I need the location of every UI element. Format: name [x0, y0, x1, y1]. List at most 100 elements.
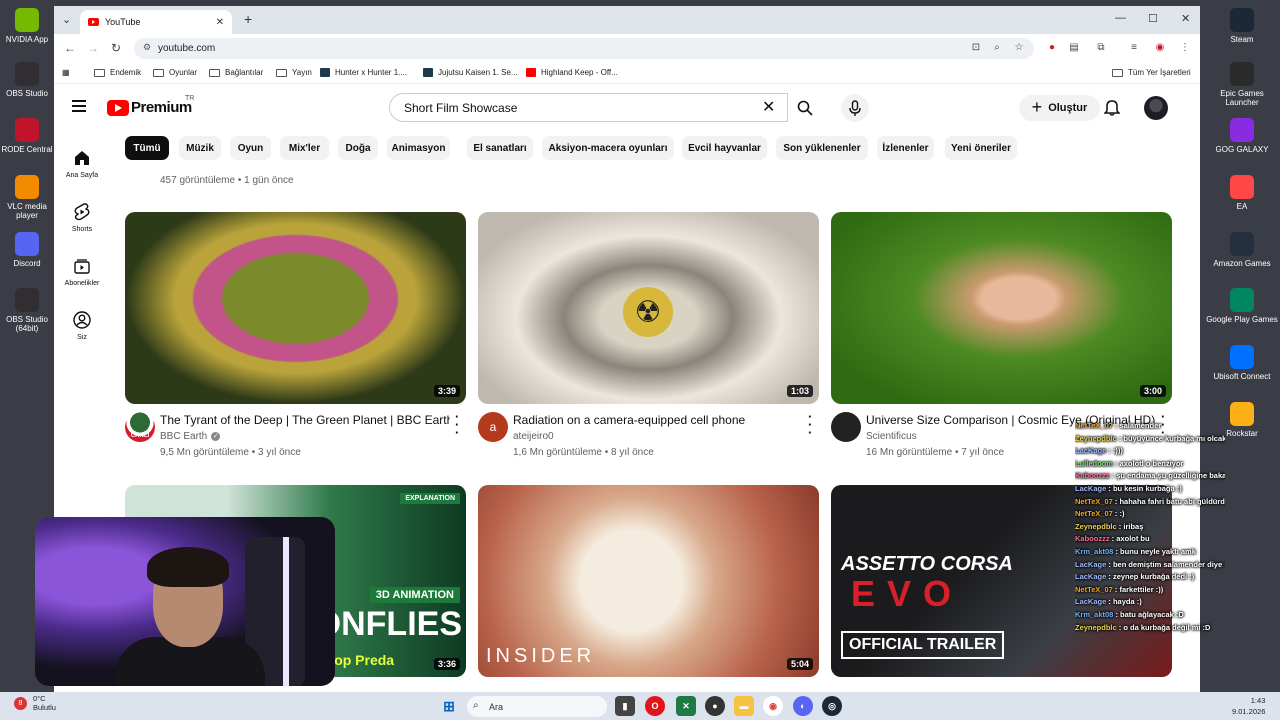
filter-chip[interactable]: Evcil hayvanlar	[682, 136, 767, 160]
bookmark-item[interactable]: Jujutsu Kaisen 1. Se...	[423, 68, 518, 77]
search-button[interactable]	[788, 93, 822, 122]
xbox-icon[interactable]: ✕	[676, 696, 696, 716]
apps-grid-icon[interactable]: ▦	[62, 68, 70, 77]
clear-search-icon[interactable]: ✕	[762, 97, 775, 117]
profile-icon[interactable]: ◉	[1154, 42, 1166, 54]
notifications-button[interactable]	[1103, 98, 1121, 121]
sidebar-item-shorts[interactable]: Shorts	[54, 202, 110, 233]
extensions-puzzle-icon[interactable]: ⧉	[1095, 42, 1107, 54]
minimize-icon[interactable]: —	[1115, 12, 1126, 24]
close-window-icon[interactable]: ✕	[1181, 12, 1190, 25]
opera-icon[interactable]: O	[645, 696, 665, 716]
filter-chip[interactable]: Mix'ler	[280, 136, 329, 160]
system-clock[interactable]: 1:43 9.01.2026	[1232, 695, 1265, 717]
youtube-premium-logo[interactable]: Premium TR	[107, 95, 194, 116]
channel-name[interactable]: ateijeiro0	[513, 431, 554, 442]
obs-taskbar-icon[interactable]: ●	[705, 696, 725, 716]
close-tab-icon[interactable]: ✕	[216, 17, 224, 28]
bookmark-item[interactable]: Yayın	[276, 68, 312, 77]
channel-avatar[interactable]	[831, 412, 861, 442]
taskbar-search[interactable]: ⌕ Ara	[467, 696, 607, 717]
desktop-icon[interactable]: GOG GALAXY	[1204, 118, 1280, 154]
discord-taskbar-icon[interactable]: ◐	[793, 696, 813, 716]
sidebar-item-subscriptions[interactable]: Abonelikler	[54, 256, 110, 287]
tab-search-icon[interactable]: ⌄	[62, 13, 71, 26]
bookmark-star-icon[interactable]: ☆	[1013, 42, 1025, 54]
desktop-icon[interactable]: Epic Games Launcher	[1204, 62, 1280, 107]
video-thumbnail[interactable]: ☢ 1:03	[478, 212, 819, 404]
chrome-icon[interactable]: ◉	[763, 696, 783, 716]
bookmark-item[interactable]: Bağlantılar	[209, 68, 263, 77]
bookmark-item[interactable]: Oyunlar	[153, 68, 197, 77]
weather-widget[interactable]: 8 0°C Bulutlu	[14, 694, 56, 712]
channel-name[interactable]: Scientificus	[866, 431, 917, 442]
desktop-icon[interactable]: Discord	[0, 232, 54, 268]
bookmark-item[interactable]: Highland Keep - Off...	[526, 68, 618, 77]
reload-icon[interactable]: ↻	[111, 41, 121, 55]
video-title[interactable]: The Tyrant of the Deep | The Green Plane…	[160, 413, 450, 427]
all-bookmarks[interactable]: Tüm Yer İşaretleri	[1112, 68, 1191, 77]
steam-taskbar-icon[interactable]: ◎	[822, 696, 842, 716]
desktop-icon[interactable]: EA	[1204, 175, 1280, 211]
video-card[interactable]: 3:39 CANLI The Tyrant of the Deep | The Gr…	[125, 212, 466, 458]
create-button[interactable]: + Oluştur	[1019, 95, 1100, 121]
task-view-icon[interactable]: ▮	[615, 696, 635, 716]
site-info-icon[interactable]: ⚙	[143, 42, 151, 53]
voice-search-button[interactable]	[841, 94, 869, 122]
desktop-icon[interactable]: NVIDIA App	[0, 8, 54, 44]
forward-icon[interactable]: →	[87, 41, 99, 55]
filter-chip[interactable]: Müzik	[179, 136, 221, 160]
sidebar-item-you[interactable]: Siz	[54, 310, 110, 341]
desktop-icon[interactable]: OBS Studio (64bit)	[0, 288, 54, 333]
video-thumbnail[interactable]: 3:39	[125, 212, 466, 404]
more-actions-icon[interactable]: · · ·	[808, 410, 812, 439]
video-card[interactable]: ☢ 1:03 a Radiation on a camera-equipped cel…	[478, 212, 819, 458]
zoom-icon[interactable]: ⌕	[991, 42, 1003, 54]
media-control-icon[interactable]: ≡	[1128, 42, 1140, 54]
filter-chip[interactable]: Yeni öneriler	[945, 136, 1017, 160]
filter-chip[interactable]: Doğa	[338, 136, 378, 160]
tab-youtube[interactable]: YouTube ✕	[80, 10, 232, 34]
search-input[interactable]: Short Film Showcase	[389, 93, 788, 122]
video-card[interactable]: INSIDER 5:04	[478, 485, 819, 677]
filter-chip[interactable]: El sanatları	[467, 136, 533, 160]
channel-avatar[interactable]: CANLI	[125, 412, 155, 442]
windows-start-icon[interactable]: ⊞	[439, 696, 459, 716]
account-avatar[interactable]	[1144, 96, 1168, 120]
address-bar[interactable]: ⚙ youtube.com	[134, 38, 1034, 59]
desktop-icon[interactable]: Amazon Games	[1204, 232, 1280, 268]
extension-list-icon[interactable]: ▤	[1068, 42, 1080, 54]
filter-chip[interactable]: İzlenenler	[877, 136, 934, 160]
desktop-icon[interactable]: RODE Central	[0, 118, 54, 154]
desktop-icon[interactable]: Google Play Games	[1204, 288, 1280, 324]
back-icon[interactable]: ←	[64, 41, 76, 55]
channel-avatar[interactable]: a	[478, 412, 508, 442]
file-explorer-icon[interactable]: ▬	[734, 696, 754, 716]
sidebar-item-home[interactable]: Ana Sayfa	[54, 148, 110, 179]
filter-chip[interactable]: Oyun	[230, 136, 271, 160]
opera-extension-icon[interactable]: ●	[1046, 42, 1058, 54]
filter-chip[interactable]: Aksiyon-macera oyunları	[542, 136, 674, 160]
browser-menu-icon[interactable]: ⋮	[1179, 42, 1191, 54]
desktop-icon-label: OBS Studio	[6, 89, 48, 98]
maximize-icon[interactable]: ☐	[1148, 12, 1158, 25]
bookmark-item[interactable]: Hunter x Hunter 1....	[320, 68, 407, 77]
install-app-icon[interactable]: ⊡	[970, 42, 982, 54]
desktop-icon[interactable]: OBS Studio	[0, 62, 54, 98]
menu-icon[interactable]	[72, 100, 86, 115]
desktop-icon[interactable]: VLC media player	[0, 175, 54, 220]
channel-name[interactable]: BBC Earth ✓	[160, 431, 221, 442]
video-thumbnail[interactable]: 3:00	[831, 212, 1172, 404]
filter-chip[interactable]: Son yüklenenler	[776, 136, 868, 160]
desktop-icon[interactable]: Ubisoft Connect	[1204, 345, 1280, 381]
filter-chip[interactable]: Animasyon	[387, 136, 450, 160]
new-tab-icon[interactable]: +	[244, 11, 252, 27]
filter-chip[interactable]: Tümü	[125, 136, 169, 160]
chat-message: Krm_akt08 : bunu neyle yaktı amk	[1075, 546, 1225, 559]
bookmark-item[interactable]: Endemik	[94, 68, 141, 77]
desktop-icon[interactable]: Steam	[1204, 8, 1280, 44]
video-card[interactable]: 3:00 Universe Size Comparison | Cosmic Ey…	[831, 212, 1172, 458]
video-thumbnail[interactable]: INSIDER 5:04	[478, 485, 819, 677]
more-actions-icon[interactable]: · · ·	[455, 410, 459, 439]
video-title[interactable]: Radiation on a camera-equipped cell phon…	[513, 413, 803, 427]
